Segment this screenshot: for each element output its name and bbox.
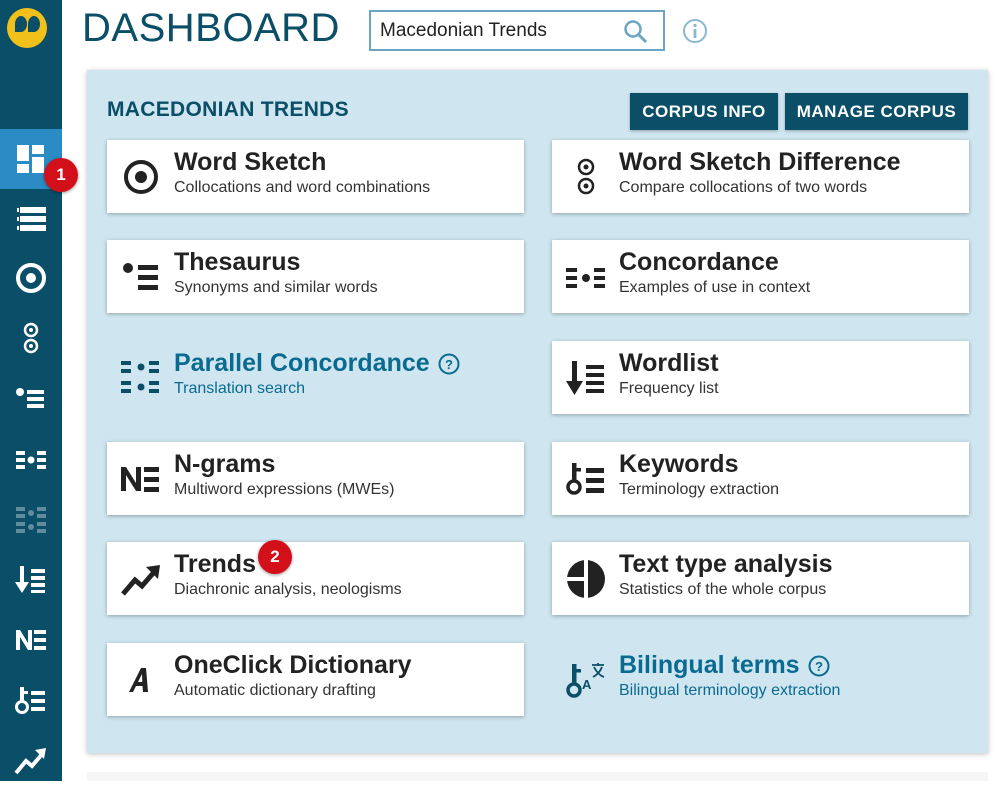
tool-description: Compare collocations of two words xyxy=(619,179,868,196)
tool-description: Diachronic analysis, neologisms xyxy=(174,581,402,598)
sketch-engine-logo[interactable] xyxy=(7,8,47,48)
sidebar-item-ngrams[interactable] xyxy=(0,610,62,670)
tool-name: Trends xyxy=(174,550,256,578)
thesaurus-icon xyxy=(16,388,44,408)
concordance-icon xyxy=(16,451,46,469)
tool-card-wordlist[interactable]: Wordlist Frequency list xyxy=(552,341,969,414)
sidebar-item-wordlist[interactable] xyxy=(0,549,62,609)
tool-card-parallel-concordance[interactable]: Parallel Concordance? Translation search xyxy=(107,341,524,414)
help-icon[interactable]: ? xyxy=(438,353,460,375)
tool-name: N-grams xyxy=(174,450,276,478)
concordance-icon xyxy=(566,268,605,288)
tool-description: Terminology extraction xyxy=(619,481,780,498)
corpus-search-input[interactable] xyxy=(371,12,616,49)
tool-card-concordance[interactable]: Concordance Examples of use in context xyxy=(552,240,969,313)
corpus-search[interactable] xyxy=(369,10,665,51)
tool-description: Statistics of the whole corpus xyxy=(619,581,827,598)
tool-card-bilingual-terms[interactable]: A Bilingual terms? Bilingual terminology… xyxy=(552,643,969,716)
search-icon[interactable] xyxy=(623,19,649,45)
help-icon[interactable]: ? xyxy=(808,655,830,677)
parallel-concordance-icon xyxy=(121,361,159,393)
page-title: DASHBOARD xyxy=(82,6,340,50)
keywords-icon xyxy=(15,687,45,714)
tool-description: Bilingual terminology extraction xyxy=(619,682,841,699)
tool-description: Multiword expressions (MWEs) xyxy=(174,481,395,498)
tool-card-word-sketch[interactable]: Word Sketch Collocations and word combin… xyxy=(107,140,524,213)
tool-description: Collocations and word combinations xyxy=(174,179,431,196)
sidebar-item-concordance[interactable] xyxy=(0,429,62,489)
wordlist-icon xyxy=(15,566,45,593)
tool-name: Parallel Concordance? xyxy=(174,349,460,378)
ngrams-icon xyxy=(121,467,159,492)
parallel-concordance-icon xyxy=(16,507,46,533)
corpus-dashboard-panel: MACEDONIAN TRENDS CORPUS INFO MANAGE COR… xyxy=(87,70,988,753)
sidebar-item-word-sketch[interactable] xyxy=(0,248,62,308)
tool-name-text: Parallel Concordance xyxy=(174,349,430,377)
keywords-icon xyxy=(566,463,604,495)
annotation-badge-1: 1 xyxy=(44,158,78,192)
tool-card-oneclick-dictionary[interactable]: OneClick Dictionary Automatic dictionary… xyxy=(107,643,524,716)
trends-icon xyxy=(121,565,160,596)
svg-text:A: A xyxy=(582,677,592,692)
tool-name: Keywords xyxy=(619,450,739,478)
tool-card-keywords[interactable]: Keywords Terminology extraction xyxy=(552,442,969,515)
tool-card-thesaurus[interactable]: Thesaurus Synonyms and similar words xyxy=(107,240,524,313)
bilingual-terms-icon: A xyxy=(566,663,605,698)
tool-card-ngrams[interactable]: N-grams Multiword expressions (MWEs) xyxy=(107,442,524,515)
word-sketch-difference-icon xyxy=(577,158,595,195)
sidebar-item-word-sketch-difference[interactable] xyxy=(0,308,62,368)
tool-description: Synonyms and similar words xyxy=(174,279,378,296)
tool-name-text: Bilingual terms xyxy=(619,651,800,679)
sidebar: 1 xyxy=(0,0,78,781)
tool-name: Word Sketch Difference xyxy=(619,148,901,176)
tool-name: Bilingual terms? xyxy=(619,651,830,680)
word-sketch-icon xyxy=(124,160,158,194)
oneclick-dictionary-icon xyxy=(129,668,148,692)
dashboard-icon xyxy=(17,145,44,173)
sidebar-item-corpus-list[interactable] xyxy=(0,189,62,249)
thesaurus-icon xyxy=(123,263,158,290)
text-type-analysis-icon xyxy=(567,560,605,598)
svg-text:?: ? xyxy=(815,659,823,674)
info-icon[interactable] xyxy=(682,18,708,44)
tool-name: Thesaurus xyxy=(174,248,301,276)
tool-card-trends[interactable]: Trends Diachronic analysis, neologisms xyxy=(107,542,524,615)
tool-card-text-type-analysis[interactable]: Text type analysis Statistics of the who… xyxy=(552,542,969,615)
corpus-info-button[interactable]: CORPUS INFO xyxy=(630,93,778,130)
sidebar-item-keywords[interactable] xyxy=(0,670,62,730)
sidebar-item-trends[interactable] xyxy=(0,730,62,790)
wordlist-icon xyxy=(566,361,604,395)
corpus-name: MACEDONIAN TRENDS xyxy=(107,98,349,121)
tool-name: Text type analysis xyxy=(619,550,833,578)
trends-icon xyxy=(14,748,46,775)
annotation-badge-2: 2 xyxy=(258,540,292,574)
tool-description: Translation search xyxy=(174,380,306,397)
ngrams-icon xyxy=(16,630,46,650)
word-sketch-difference-icon xyxy=(23,322,39,354)
word-sketch-icon xyxy=(16,263,46,293)
tool-description: Examples of use in context xyxy=(619,279,811,296)
sidebar-item-thesaurus[interactable] xyxy=(0,369,62,429)
tool-description: Frequency list xyxy=(619,380,719,397)
tool-name: Word Sketch xyxy=(174,148,327,176)
tool-name: Wordlist xyxy=(619,349,719,377)
next-panel-edge xyxy=(87,772,988,781)
tool-description: Automatic dictionary drafting xyxy=(174,682,376,699)
svg-text:?: ? xyxy=(445,357,453,372)
corpus-list-icon xyxy=(16,207,46,231)
manage-corpus-button[interactable]: MANAGE CORPUS xyxy=(785,93,968,130)
tool-card-word-sketch-difference[interactable]: Word Sketch Difference Compare collocati… xyxy=(552,140,969,213)
tool-name: OneClick Dictionary xyxy=(174,651,412,679)
tool-name: Concordance xyxy=(619,248,779,276)
sidebar-item-parallel-concordance xyxy=(0,489,62,549)
